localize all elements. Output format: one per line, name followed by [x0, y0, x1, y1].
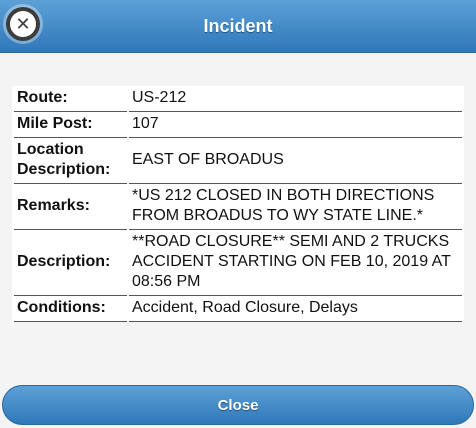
conditions-label: Conditions:: [14, 296, 127, 322]
close-button[interactable]: Close: [2, 385, 474, 425]
table-row: Remarks: *US 212 CLOSED IN BOTH DIRECTIO…: [14, 184, 462, 230]
table-row: Route: US-212: [14, 86, 462, 112]
table-row: Conditions: Accident, Road Closure, Dela…: [14, 296, 462, 322]
remarks-label: Remarks:: [14, 184, 127, 230]
table-row: Location Description: EAST OF BROADUS: [14, 138, 462, 184]
location-description-value: EAST OF BROADUS: [129, 138, 462, 184]
description-label: Description:: [14, 230, 127, 296]
description-value: **ROAD CLOSURE** SEMI AND 2 TRUCKS ACCID…: [129, 230, 462, 296]
mile-post-label: Mile Post:: [14, 112, 127, 138]
route-value: US-212: [129, 86, 462, 112]
dialog-title: Incident: [203, 15, 273, 36]
location-description-label: Location Description:: [14, 138, 127, 184]
table-row: Description: **ROAD CLOSURE** SEMI AND 2…: [14, 230, 462, 296]
dialog-header: ✕ Incident: [0, 0, 476, 53]
route-label: Route:: [14, 86, 127, 112]
conditions-value: Accident, Road Closure, Delays: [129, 296, 462, 322]
incident-details: Route: US-212 Mile Post: 107 Location De…: [12, 86, 464, 322]
close-x-icon: ✕: [10, 11, 36, 37]
incident-details-table: Route: US-212 Mile Post: 107 Location De…: [12, 86, 464, 322]
table-row: Mile Post: 107: [14, 112, 462, 138]
close-dialog-button[interactable]: ✕: [6, 7, 40, 41]
mile-post-value: 107: [129, 112, 462, 138]
remarks-value: *US 212 CLOSED IN BOTH DIRECTIONS FROM B…: [129, 184, 462, 230]
